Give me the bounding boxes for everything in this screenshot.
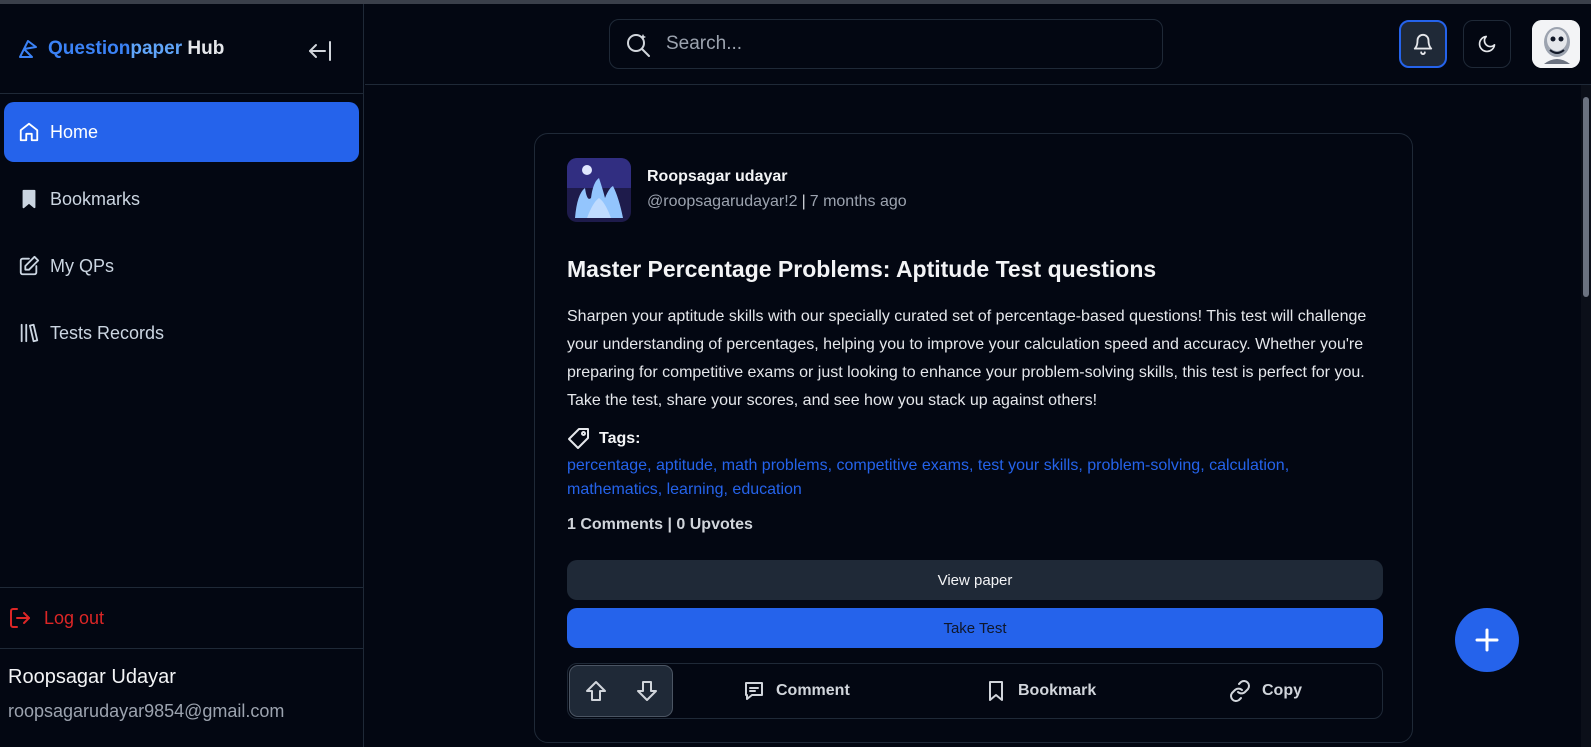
tag-link[interactable]: education: [732, 481, 801, 498]
post-card: Roopsagar udayar @roopsagarudayar!2 | 7 mo…: [534, 133, 1413, 743]
tag-link[interactable]: calculation: [1209, 457, 1285, 474]
comment-icon: [745, 682, 763, 700]
sidebar-item-label: Tests Records: [50, 322, 165, 343]
comments-count: 1 Comments: [567, 516, 664, 533]
author-handle: @roopsagarudayar!2: [647, 193, 798, 210]
theme-toggle-button[interactable]: [1463, 20, 1511, 68]
bookmark-label: Bookmark: [1018, 682, 1097, 699]
tag-icon: [568, 428, 589, 449]
tags-heading: Tags:: [567, 427, 640, 451]
profile-avatar[interactable]: [1532, 20, 1580, 68]
bell-icon: [1413, 34, 1433, 55]
create-paper-button[interactable]: [1455, 608, 1519, 672]
scrollbar-thumb[interactable]: [1583, 97, 1589, 297]
main-scrollbar[interactable]: [1581, 85, 1591, 747]
author-name[interactable]: Roopsagar udayar: [647, 168, 787, 186]
bookmark-icon: [22, 189, 36, 209]
post-actions-bar: Comment Bookmark Copy: [567, 663, 1383, 719]
tag-link[interactable]: competitive exams: [837, 457, 970, 474]
tag-link[interactable]: aptitude: [656, 457, 713, 474]
tags-list: percentage, aptitude, math problems, com…: [567, 457, 1290, 498]
collapse-sidebar-icon[interactable]: [307, 40, 333, 62]
bookmark-button[interactable]: Bookmark: [984, 664, 1096, 718]
library-icon: [20, 323, 39, 343]
view-paper-button[interactable]: View paper: [567, 560, 1383, 600]
upvote-icon[interactable]: [584, 679, 608, 703]
moon-icon: [1478, 35, 1496, 53]
tags-label: Tags:: [599, 430, 641, 447]
app-title-part3: Hub: [182, 37, 225, 59]
sidebar-item-my-qps[interactable]: My QPs: [4, 236, 359, 296]
tag-link[interactable]: test your skills: [978, 457, 1078, 474]
post-stats: 1 Comments | 0 Upvotes: [567, 516, 753, 533]
search-icon: [627, 34, 650, 57]
search-input[interactable]: [666, 33, 1146, 55]
user-email: roopsagarudayar9854@gmail.com: [8, 701, 285, 721]
bookmark-outline-icon: [989, 681, 1003, 701]
app-title[interactable]: Questionpaper Hub: [48, 38, 224, 60]
author-meta: @roopsagarudayar!2 | 7 months ago: [647, 193, 907, 211]
downvote-icon[interactable]: [635, 679, 659, 703]
link-icon: [1230, 680, 1250, 702]
tag-link[interactable]: mathematics: [567, 481, 658, 498]
notifications-button[interactable]: [1399, 20, 1447, 68]
comment-button[interactable]: Comment: [742, 664, 850, 718]
edit-icon: [19, 255, 40, 276]
post-title: Master Percentage Problems: Aptitude Tes…: [567, 256, 1157, 282]
post-time: 7 months ago: [809, 193, 907, 210]
app-title-part1: Question: [48, 37, 131, 59]
tag-link[interactable]: math problems: [722, 457, 828, 474]
logo-icon: [19, 39, 37, 58]
tag-link[interactable]: problem-solving: [1087, 457, 1200, 474]
user-name: Roopsagar Udayar: [8, 666, 176, 688]
top-header: [365, 4, 1591, 85]
tag-link[interactable]: learning: [667, 481, 724, 498]
logout-button[interactable]: Log out: [0, 587, 364, 649]
home-icon: [19, 122, 39, 142]
author-avatar-image: [567, 158, 631, 222]
brand-row: Questionpaper Hub: [0, 4, 363, 94]
logout-label: Log out: [44, 607, 105, 628]
avatar-image: [1532, 20, 1580, 68]
comment-label: Comment: [776, 682, 850, 699]
tag-link[interactable]: percentage: [567, 457, 647, 474]
sidebar-item-home[interactable]: Home: [4, 102, 359, 162]
logout-icon: [10, 608, 30, 628]
upvotes-count: 0 Upvotes: [676, 516, 753, 533]
copy-label: Copy: [1262, 682, 1302, 699]
sidebar-item-tests-records[interactable]: Tests Records: [4, 303, 359, 363]
copy-link-button[interactable]: Copy: [1228, 664, 1302, 718]
sidebar-item-bookmarks[interactable]: Bookmarks: [4, 169, 359, 229]
sidebar-nav: Home Bookmarks My QPs Tests Records: [0, 94, 363, 378]
sidebar: Questionpaper Hub Home Bookmarks My QPs …: [0, 4, 364, 747]
vote-group: [569, 665, 673, 717]
plus-icon: [1475, 628, 1499, 652]
take-test-button[interactable]: Take Test: [567, 608, 1383, 648]
app-title-part2: paper: [130, 37, 183, 59]
search-bar[interactable]: [609, 19, 1163, 69]
meta-separator: |: [801, 193, 806, 210]
sidebar-item-label: My QPs: [50, 255, 115, 276]
sidebar-item-label: Home: [50, 121, 99, 142]
sidebar-item-label: Bookmarks: [50, 188, 141, 209]
author-avatar[interactable]: [567, 158, 631, 222]
post-description: Sharpen your aptitude skills with our sp…: [567, 308, 1367, 409]
